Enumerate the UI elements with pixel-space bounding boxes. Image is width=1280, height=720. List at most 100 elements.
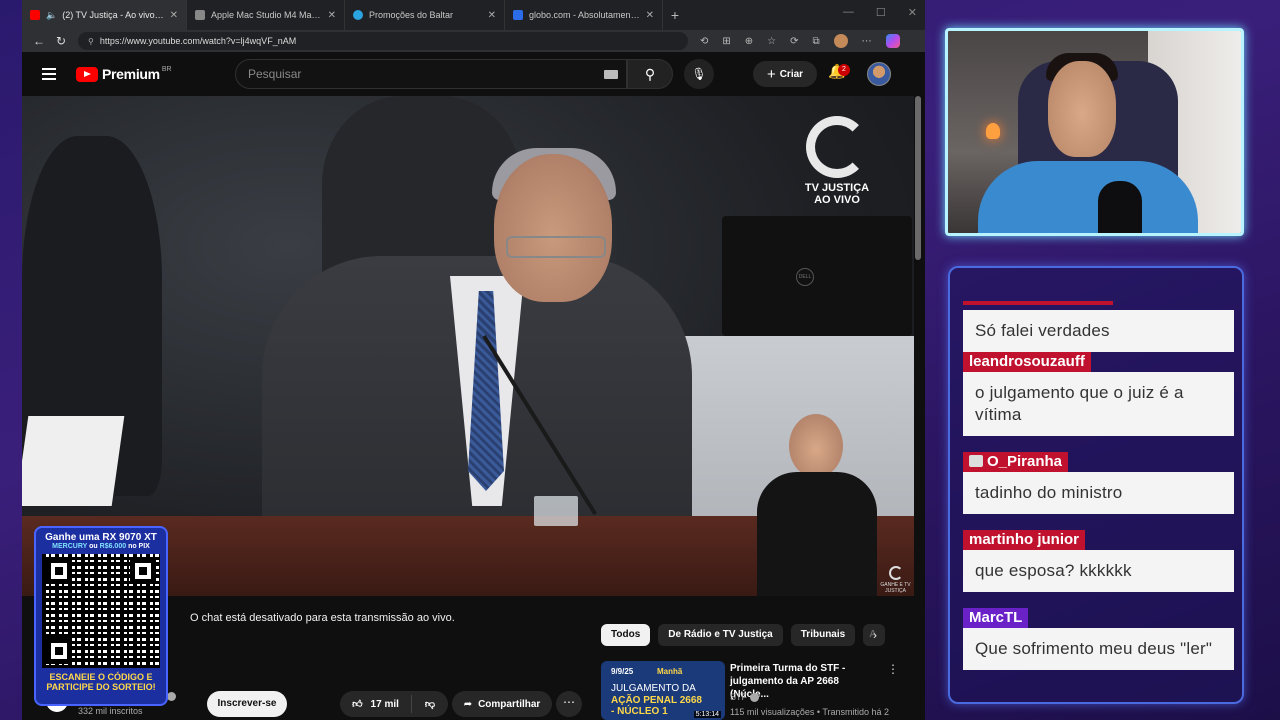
site-favicon-icon <box>195 10 205 20</box>
chip-tribunais[interactable]: Tribunais <box>790 624 856 646</box>
thumb-subtitle: AÇÃO PENAL 2668- NÚCLEO 1 <box>611 695 702 717</box>
extensions-icon[interactable]: ⟳ <box>790 36 798 47</box>
globo-favicon-icon <box>513 10 523 20</box>
share-arrow-icon: ➦ <box>463 698 473 710</box>
verified-icon <box>167 691 177 701</box>
user-badge-icon <box>969 455 983 467</box>
tab-close-icon[interactable]: ✕ <box>488 10 496 21</box>
chat-message: Só falei verdades <box>963 292 1234 352</box>
create-button[interactable]: + Criar <box>753 61 817 87</box>
chat-message: O_Piranha tadinho do ministro <box>963 452 1234 514</box>
chat-username-bar <box>963 301 1113 305</box>
menu-dots-icon[interactable]: ⋯ <box>862 36 872 47</box>
page-scrollbar[interactable] <box>915 96 921 260</box>
tab-strip: 🔈 (2) TV Justiça - Ao vivo - You ✕ Apple… <box>22 0 925 30</box>
tab-close-icon[interactable]: ✕ <box>170 10 178 21</box>
streamer-microphone <box>1098 181 1142 233</box>
chat-username: O_Piranha <box>963 452 1069 472</box>
qr-promo-prize: MERCURY ou R$6.000 no PIX <box>52 543 150 550</box>
like-dislike-group: 👍︎ 17 mil 👎︎ <box>340 691 448 717</box>
tv-justica-ring-icon <box>806 116 868 178</box>
tv-justica-logo: TV JUSTIÇA AO VIVO <box>802 116 872 206</box>
tab-promocoes-baltar[interactable]: Promoções do Baltar ✕ <box>345 0 505 30</box>
streamer-webcam <box>945 28 1244 236</box>
tab-tv-justica[interactable]: 🔈 (2) TV Justiça - Ao vivo - You ✕ <box>22 0 187 30</box>
chip-todos[interactable]: Todos <box>601 624 651 646</box>
like-button[interactable]: 👍︎ 17 mil <box>340 695 412 713</box>
collections-icon[interactable]: ⧉ <box>813 36 820 47</box>
chat-username: leandrosouzauff <box>963 352 1091 372</box>
video-player[interactable]: DELL TV JUSTIÇA AO VIVO GANHE E TV JUSTI… <box>22 96 914 596</box>
youtube-logo[interactable]: Premium BR <box>76 66 172 82</box>
water-glass <box>534 496 578 526</box>
user-avatar[interactable] <box>867 62 891 86</box>
apps-icon[interactable]: ⊞ <box>722 36 730 47</box>
interpreter-torso <box>757 472 877 596</box>
copilot-icon[interactable] <box>885 34 900 48</box>
tab-globo[interactable]: globo.com - Absolutamente tudo ✕ <box>505 0 663 30</box>
more-dots-icon: ⋯ <box>563 695 575 709</box>
zoom-icon[interactable]: ⊕ <box>745 36 753 47</box>
plus-icon: + <box>766 65 776 83</box>
interpreter-head <box>789 414 843 478</box>
search-icon: ⚲ <box>644 66 656 82</box>
subscriber-count: 332 mil inscritos <box>78 706 143 716</box>
recommendation-thumbnail[interactable]: 9/9/25 Manhã JULGAMENTO DA AÇÃO PENAL 26… <box>601 661 725 720</box>
new-tab-button[interactable]: + <box>663 7 687 23</box>
voice-search-button[interactable]: 🎙 <box>684 59 714 89</box>
address-bar-row: ← ↻ ⚲ https://www.youtube.com/watch?v=lj… <box>22 30 925 52</box>
corner-watermark: GANHE E TV JUSTIÇA <box>877 566 914 594</box>
recommendation-channel[interactable]: STF <box>730 692 759 703</box>
url-field[interactable]: ⚲ https://www.youtube.com/watch?v=lj4wqV… <box>78 32 688 50</box>
dislike-button[interactable]: 👎︎ <box>412 698 448 710</box>
youtube-header: Premium BR Pesquisar ⚲ 🎙 + Criar 🔔 2 <box>22 52 925 96</box>
window-controls: — ☐ ✕ <box>843 6 917 19</box>
chip-radio-tv-justica[interactable]: De Rádio e TV Justiça <box>658 624 783 646</box>
share-button[interactable]: ➦ Compartilhar <box>452 691 552 717</box>
keyboard-icon[interactable] <box>604 70 618 79</box>
qr-promo-overlay: Ganhe uma RX 9070 XT MERCURY ou R$6.000 … <box>34 526 168 706</box>
favorite-star-icon[interactable]: ☆ <box>767 36 776 47</box>
streamer-shirt <box>978 161 1198 233</box>
streamer-head <box>1048 61 1116 157</box>
site-info-icon[interactable]: ⚲ <box>88 37 94 46</box>
chat-disabled-notice: O chat está desativado para esta transmi… <box>190 612 455 624</box>
minimize-button[interactable]: — <box>843 6 854 19</box>
tab-close-icon[interactable]: ✕ <box>646 10 654 21</box>
document-stand <box>22 416 125 506</box>
qr-code-icon <box>42 554 160 668</box>
profile-avatar-icon[interactable] <box>833 34 848 48</box>
search-button[interactable]: ⚲ <box>627 59 673 89</box>
notification-badge: 2 <box>838 64 850 76</box>
recommendation-menu-icon[interactable]: ⋮ <box>887 662 899 676</box>
youtube-favicon-icon <box>30 10 40 20</box>
toolbar-icons: ⟲ ⊞ ⊕ ☆ ⟳ ⧉ ⋯ <box>700 34 900 48</box>
telegram-favicon-icon <box>353 10 363 20</box>
chevron-right-icon[interactable]: › <box>873 628 877 642</box>
tab-apple-mac-studio[interactable]: Apple Mac Studio M4 Max 16-co ✕ <box>187 0 345 30</box>
speaker-glasses <box>506 236 606 258</box>
chat-username: MarcTL <box>963 608 1029 628</box>
chat-message: martinho junior que esposa? kkkkkk <box>963 530 1234 592</box>
thumbs-down-icon: 👎︎ <box>424 699 436 710</box>
chat-message: MarcTL Que sofrimento meu deus "ler" <box>963 608 1234 670</box>
subscribe-button[interactable]: Inscrever-se <box>207 691 287 717</box>
chat-username: martinho junior <box>963 530 1085 550</box>
menu-hamburger-icon[interactable] <box>42 65 56 83</box>
verified-icon <box>750 693 759 703</box>
maximize-button[interactable]: ☐ <box>876 6 886 19</box>
chat-message: leandrosouzauff o julgamento que o juiz … <box>963 352 1234 436</box>
microphone-icon: 🎙 <box>691 67 707 81</box>
back-arrow-icon[interactable]: ← <box>28 34 50 48</box>
laptop: DELL <box>722 216 912 336</box>
thumbs-up-icon: 👍︎ <box>352 699 363 710</box>
close-window-button[interactable]: ✕ <box>908 6 917 19</box>
reload-icon[interactable]: ↻ <box>50 34 72 48</box>
dell-logo-icon: DELL <box>796 268 814 286</box>
translate-icon[interactable]: ⟲ <box>700 36 708 47</box>
speaker-icon: 🔈 <box>46 9 58 20</box>
more-actions-button[interactable]: ⋯ <box>556 691 582 717</box>
search-input[interactable]: Pesquisar <box>235 59 627 89</box>
sign-language-interpreter <box>757 410 877 596</box>
tab-close-icon[interactable]: ✕ <box>328 10 336 21</box>
